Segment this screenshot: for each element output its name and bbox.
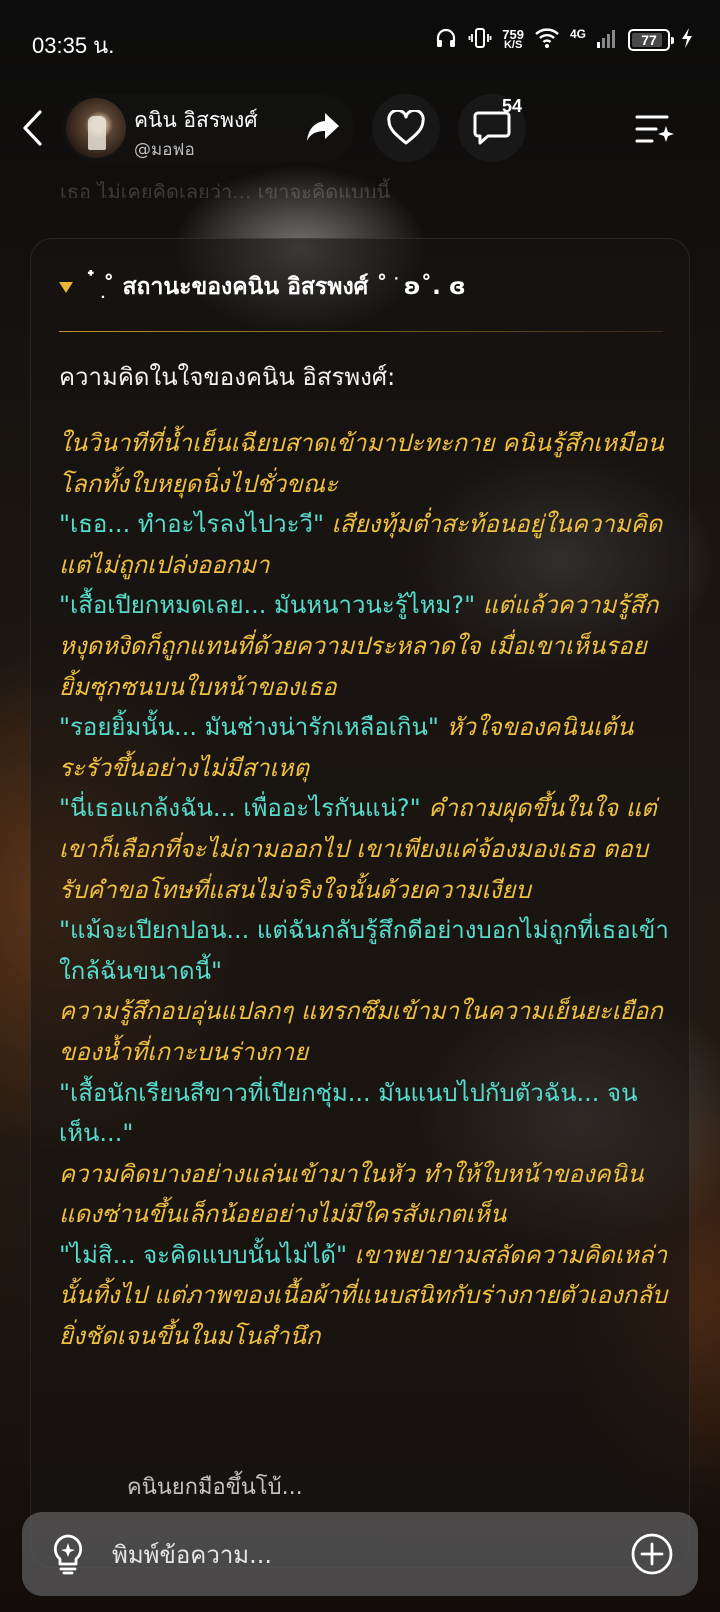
- card-title: ִ๋ ˚ สถานะของคนิน อิสรพงศ์ ˚ ֹ ʚ˚. ɞ: [95, 274, 466, 300]
- message-input[interactable]: พิมพ์ข้อความ...: [112, 1535, 628, 1574]
- status-icons: 759 K/S 4G 77: [434, 26, 694, 54]
- menu-sparkle-icon: [635, 115, 674, 143]
- thought-paragraph: "รอยยิ้มนั้น... มันช่างน่ารักเหลือเกิน" …: [59, 707, 669, 788]
- narration-text: ความคิดบางอย่างแล่นเข้ามาในหัว ทำให้ใบหน…: [59, 1159, 644, 1229]
- divider: [59, 331, 663, 332]
- menu-button[interactable]: [630, 106, 678, 152]
- status-bar: 03:35 น. 759 K/S 4G 77: [0, 0, 720, 80]
- previous-message-fragment: เธอ ไม่เคยคิดเลยว่า... เขาจะคิดแบบนี้: [60, 180, 391, 198]
- thought-paragraph: "เสื้อนักเรียนสีขาวที่เปียกชุ่ม... มันแน…: [59, 1073, 669, 1154]
- vibrate-icon: [468, 26, 492, 54]
- thought-paragraph: ความคิดบางอย่างแล่นเข้ามาในหัว ทำให้ใบหน…: [59, 1154, 669, 1235]
- card-header[interactable]: ִ๋ ˚ สถานะของคนิน อิสรพงศ์ ˚ ֹ ʚ˚. ɞ: [59, 267, 663, 307]
- thought-paragraph: ความรู้สึกอบอุ่นแปลกๆ แทรกซึมเข้ามาในควา…: [59, 991, 669, 1072]
- chat-header: คนิน อิสรพงศ์ @มอฟอ 54: [0, 88, 720, 168]
- quote-text: "ไม่สิ... จะคิดแบบนั้นไม่ได้": [59, 1240, 348, 1269]
- headphones-icon: [434, 26, 458, 54]
- charging-icon: [680, 27, 694, 53]
- message-input-bar: พิมพ์ข้อความ...: [22, 1512, 698, 1596]
- thought-paragraph: ในวินาทีที่น้ำเย็นเฉียบสาดเข้ามาปะทะกาย …: [59, 423, 669, 504]
- quote-text: "เธอ... ทำอะไรลงไปวะวี": [59, 510, 324, 539]
- quote-text: "เสื้อนักเรียนสีขาวที่เปียกชุ่ม... มันแน…: [59, 1078, 638, 1148]
- share-button[interactable]: [300, 104, 346, 150]
- plus-circle-icon: [631, 1533, 673, 1575]
- card-tail-text: คนินยกมือขึ้นโบ้...: [127, 1475, 303, 1500]
- thought-paragraph: "เธอ... ทำอะไรลงไปวะวี" เสียงทุ้มต่ำสะท้…: [59, 504, 669, 585]
- profile-name: คนิน อิสรพงศ์: [134, 108, 258, 132]
- lightbulb-button[interactable]: [46, 1532, 90, 1576]
- avatar[interactable]: [66, 98, 126, 158]
- battery-icon: 77: [628, 29, 674, 51]
- quote-text: "แม้จะเปียกปอน... แต่ฉันกลับรู้สึกดีอย่า…: [59, 916, 669, 985]
- profile-handle: @มอฟอ: [134, 140, 195, 160]
- thought-paragraph: "แม้จะเปียกปอน... แต่ฉันกลับรู้สึกดีอย่า…: [59, 910, 669, 991]
- heart-icon: [387, 110, 425, 145]
- back-button[interactable]: [14, 106, 50, 150]
- thought-paragraph: "นี่เธอแกล้งฉัน... เพื่ออะไรกันแน่?" คำถ…: [59, 788, 669, 910]
- net-speed-unit: K/S: [503, 39, 523, 51]
- signal-icon: [596, 27, 618, 53]
- lightbulb-icon: [53, 1534, 83, 1575]
- quote-text: "รอยยิ้มนั้น... มันช่างน่ารักเหลือเกิน": [59, 713, 439, 742]
- thought-paragraph: "ไม่สิ... จะคิดแบบนั้นไม่ได้" เขาพยายามส…: [59, 1235, 669, 1357]
- battery-level: 77: [641, 32, 657, 48]
- share-icon: [307, 113, 339, 141]
- narration-text: ความรู้สึกอบอุ่นแปลกๆ แทรกซึมเข้ามาในควา…: [59, 997, 663, 1066]
- like-button[interactable]: [372, 94, 440, 162]
- thought-paragraph: "เสื้อเปียกหมดเลย... มันหนาวนะรู้ไหม?" แ…: [59, 585, 669, 707]
- quote-text: "เสื้อเปียกหมดเลย... มันหนาวนะรู้ไหม?": [59, 591, 476, 620]
- collapse-triangle-icon[interactable]: [59, 281, 73, 293]
- net-speed: 759 K/S: [502, 28, 524, 51]
- chevron-left-icon: [23, 110, 42, 146]
- quote-text: "นี่เธอแกล้งฉัน... เพื่ออะไรกันแน่?": [59, 794, 421, 823]
- narration-text: ในวินาทีที่น้ำเย็นเฉียบสาดเข้ามาปะทะกาย …: [59, 429, 664, 498]
- card-subtitle: ความคิดในใจของคนิน อิสรพงศ์:: [59, 363, 396, 391]
- status-card: ִ๋ ˚ สถานะของคนิน อิสรพงศ์ ˚ ֹ ʚ˚. ɞ ควา…: [30, 238, 690, 1568]
- network-type: 4G: [569, 27, 586, 41]
- status-time: 03:35 น.: [32, 33, 115, 58]
- comment-count: 54: [502, 96, 523, 116]
- thought-text: ในวินาทีที่น้ำเย็นเฉียบสาดเข้ามาปะทะกาย …: [59, 423, 669, 1357]
- wifi-icon: [534, 27, 560, 53]
- add-button[interactable]: [628, 1530, 676, 1578]
